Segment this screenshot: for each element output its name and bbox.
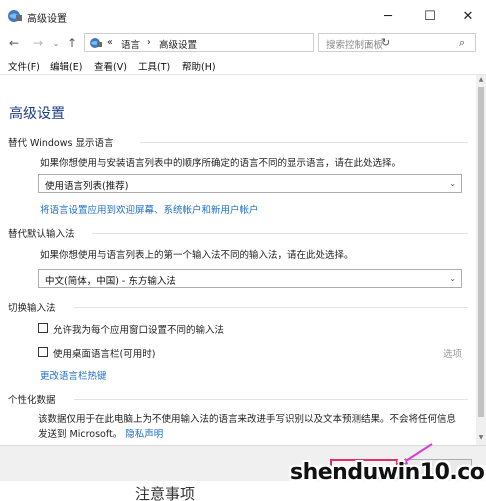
menu-tools[interactable]: 工具(T) <box>138 59 170 73</box>
display-language-select[interactable]: 使用语言列表(推荐) ⌄ <box>38 174 462 193</box>
personalization-text-line2: 发送到 Microsoft。 <box>38 429 123 440</box>
section-divider <box>140 142 468 143</box>
privacy-statement-link[interactable]: 隐私声明 <box>125 429 163 440</box>
menu-file[interactable]: 文件(F) <box>8 59 40 73</box>
default-input-description: 如果你想使用与语言列表上的第一个输入法不同的输入法，请在此处选择。 <box>40 250 354 261</box>
change-hotkey-link[interactable]: 更改语言栏热键 <box>40 368 107 382</box>
breadcrumb-language[interactable]: 语言 <box>121 37 140 51</box>
chevron-down-icon: ⌄ <box>449 274 456 283</box>
site-watermark: shenduwin10.com <box>290 460 486 485</box>
section-divider <box>92 233 468 234</box>
breadcrumb-overflow[interactable]: « <box>107 37 113 48</box>
breadcrumb-advanced-settings[interactable]: 高级设置 <box>159 37 197 51</box>
settings-content: 高级设置 替代 Windows 显示语言 如果你想使用与安装语言列表中的顺序所确… <box>0 75 476 445</box>
personalization-header: 个性化数据 <box>8 395 56 406</box>
desktop-language-bar-label: 使用桌面语言栏(可用时) <box>53 349 156 360</box>
search-icon[interactable]: ⌕ <box>459 36 465 50</box>
scroll-up-arrow-icon[interactable]: ▲ <box>476 75 486 85</box>
control-panel-icon <box>89 37 103 49</box>
page-title: 高级设置 <box>9 106 65 122</box>
display-language-value: 使用语言列表(推荐) <box>45 181 129 192</box>
minimize-button[interactable]: ─ <box>368 0 408 32</box>
personalization-text-line1: 该数据仅用于在此电脑上为不使用输入法的语言来改进手写识别以及文本预测结果。不会将… <box>38 414 457 425</box>
scroll-down-arrow-icon[interactable]: ▼ <box>476 433 486 443</box>
per-app-input-label: 允许我为每个应用窗口设置不同的输入法 <box>53 325 225 336</box>
menu-view[interactable]: 查看(V) <box>94 59 127 73</box>
default-input-header: 替代默认输入法 <box>8 229 75 240</box>
display-language-header: 替代 Windows 显示语言 <box>8 138 114 149</box>
switch-input-header: 切换输入法 <box>8 303 56 314</box>
address-bar[interactable]: « 语言 › 高级设置 ⌄ ↻ <box>84 33 390 52</box>
menu-bar: 文件(F) 编辑(E) 查看(V) 工具(T) 帮助(H) <box>0 56 486 74</box>
back-arrow-icon[interactable]: ← <box>6 34 22 52</box>
section-divider <box>74 399 468 400</box>
desktop-language-bar-checkbox[interactable] <box>38 347 48 357</box>
background-page-text: 注意事项 <box>135 485 196 501</box>
display-language-description: 如果你想使用与安装语言列表中的顺序所确定的语言不同的显示语言，请在此处选择。 <box>40 158 402 169</box>
search-input[interactable]: 搜索控制面板 ⌕ <box>318 33 476 52</box>
menu-help[interactable]: 帮助(H) <box>182 59 216 73</box>
language-bar-options-link: 选项 <box>443 349 463 360</box>
recent-locations-chevron-icon[interactable]: ⌄ <box>48 34 64 52</box>
default-input-select[interactable]: 中文(简体，中国) - 东方输入法 ⌄ <box>38 269 462 288</box>
up-arrow-icon[interactable]: ↑ <box>64 34 80 52</box>
default-input-value: 中文(简体，中国) - 东方输入法 <box>45 276 176 287</box>
title-bar: 高级设置 ─ ☐ ✕ <box>0 0 486 32</box>
scroll-thumb[interactable] <box>478 87 484 417</box>
vertical-scrollbar[interactable]: ▲ ▼ <box>476 75 486 445</box>
close-button[interactable]: ✕ <box>448 0 486 32</box>
apply-language-settings-link[interactable]: 将语言设置应用到欢迎屏幕、系统帐户和新用户帐户 <box>40 202 259 216</box>
advanced-settings-window: 高级设置 ─ ☐ ✕ ← → ⌄ ↑ « 语言 › 高级设置 ⌄ ↻ 搜索控制面 <box>0 0 486 501</box>
window-title: 高级设置 <box>27 14 67 25</box>
chevron-down-icon: ⌄ <box>449 179 456 188</box>
personalization-paragraph: 该数据仅用于在此电脑上为不使用输入法的语言来改进手写识别以及文本预测结果。不会将… <box>38 412 468 442</box>
section-divider <box>74 307 468 308</box>
menu-edit[interactable]: 编辑(E) <box>50 59 82 73</box>
control-panel-icon <box>7 9 23 23</box>
maximize-button[interactable]: ☐ <box>410 0 450 32</box>
per-app-input-checkbox[interactable] <box>38 323 48 333</box>
forward-arrow-icon[interactable]: → <box>30 34 46 52</box>
breadcrumb-separator: › <box>147 37 151 48</box>
search-placeholder: 搜索控制面板 <box>326 40 384 51</box>
